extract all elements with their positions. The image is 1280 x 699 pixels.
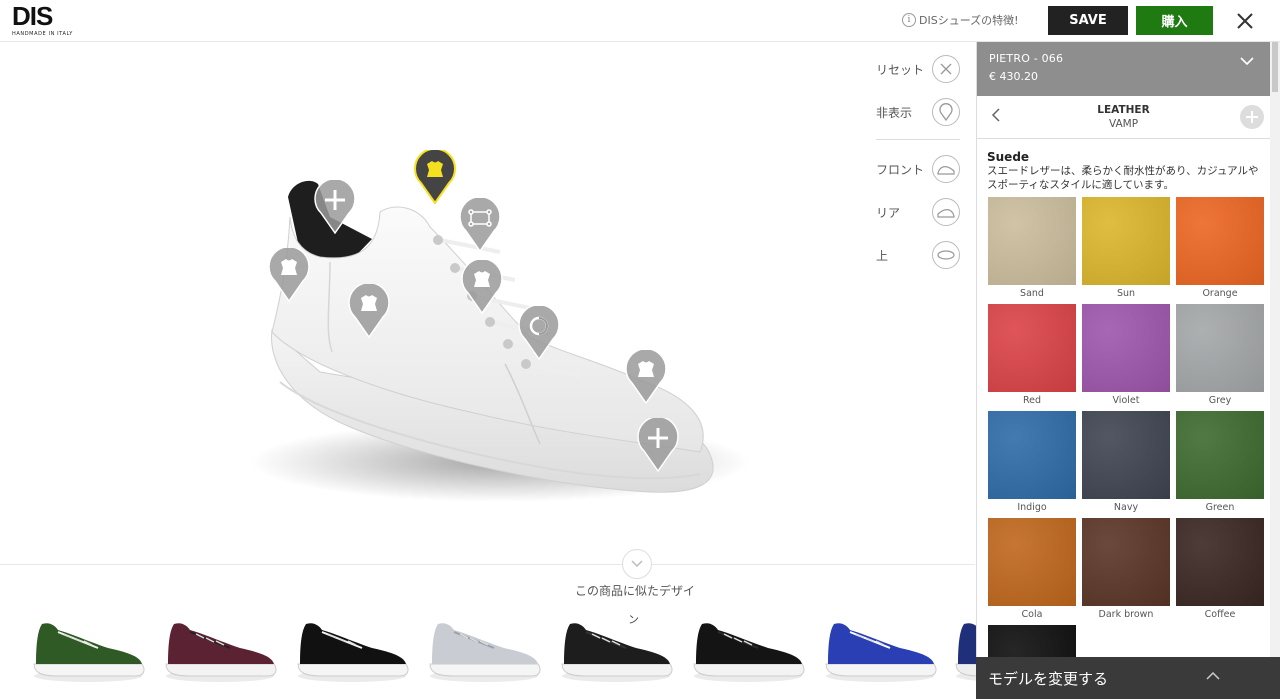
swatch-coffee[interactable]: [1176, 518, 1264, 606]
similar-design-thumbnail[interactable]: [820, 612, 938, 684]
pin-laces[interactable]: [459, 195, 501, 253]
top-bar: DIS HANDMADE IN ITALY i DISシューズの特徴! SAVE…: [0, 0, 1280, 42]
swatch-label: Navy: [1113, 502, 1139, 513]
swatch-orange[interactable]: [1176, 197, 1264, 285]
front-view-icon: [932, 155, 960, 183]
material-description-2: スポーティなスタイルに適しています。: [987, 179, 1175, 191]
view-rear-label: リア: [876, 205, 901, 220]
add-icon[interactable]: [1240, 105, 1264, 129]
view-top-label: 上: [876, 248, 889, 263]
expand-similar-button[interactable]: [622, 549, 652, 579]
controls-divider: [876, 139, 960, 140]
swatch-label: Coffee: [1204, 609, 1236, 620]
part-breadcrumb: LEATHER VAMP: [977, 96, 1270, 139]
pin-eyelets[interactable]: [518, 303, 560, 361]
swatch-indigo[interactable]: [988, 411, 1076, 499]
view-reset[interactable]: リセット: [876, 54, 960, 84]
pin-add-sole[interactable]: [637, 415, 679, 473]
swatch-label: Sand: [1020, 288, 1044, 299]
similar-design-thumbnail[interactable]: [28, 612, 146, 684]
similar-design-thumbnail[interactable]: [556, 612, 674, 684]
customization-panel: PIETRO - 066 € 430.20 LEATHER VAMP Suede…: [976, 42, 1270, 699]
swatch-dark-brown[interactable]: [1082, 518, 1170, 606]
pin-leather-quarter[interactable]: [268, 245, 310, 303]
swatch-label: Grey: [1208, 395, 1232, 406]
features-link[interactable]: i DISシューズの特徴!: [902, 12, 1019, 28]
logo-tagline: HANDMADE IN ITALY: [12, 31, 73, 37]
similar-design-thumbnail[interactable]: [688, 612, 806, 684]
similar-design-thumbnail[interactable]: [950, 612, 976, 684]
swatch-label: Cola: [1021, 609, 1043, 620]
chevron-down-icon[interactable]: [1240, 56, 1254, 66]
similar-design-thumbnail[interactable]: [160, 612, 278, 684]
info-icon: i: [902, 13, 916, 27]
pin-leather-vamp-active[interactable]: [414, 147, 456, 205]
swatch-green[interactable]: [1176, 411, 1264, 499]
change-model-bar[interactable]: モデルを変更する: [976, 657, 1280, 699]
change-model-label: モデルを変更する: [988, 670, 1109, 688]
view-hide-pins[interactable]: 非表示: [876, 97, 960, 127]
chevron-down-icon: [631, 560, 643, 568]
swatch-label: Green: [1205, 502, 1235, 513]
product-header[interactable]: PIETRO - 066 € 430.20: [977, 42, 1270, 96]
swatch-label: Sun: [1116, 288, 1136, 299]
hide-pins-icon: [932, 98, 960, 126]
breadcrumb-category: LEATHER: [1097, 104, 1150, 116]
view-reset-label: リセット: [876, 62, 925, 77]
rear-view-icon: [932, 198, 960, 226]
view-front-label: フロント: [876, 162, 925, 177]
pin-leather-tongue[interactable]: [461, 257, 503, 315]
swatch-violet[interactable]: [1082, 304, 1170, 392]
similar-design-thumbnail[interactable]: [424, 612, 542, 684]
logo-mark: DIS: [12, 1, 53, 31]
product-price: € 430.20: [989, 70, 1038, 83]
features-link-label: DISシューズの特徴!: [919, 14, 1019, 27]
view-hide-label: 非表示: [876, 105, 913, 120]
chevron-left-icon[interactable]: [991, 108, 1001, 122]
pin-add-collar[interactable]: [314, 177, 356, 235]
view-top[interactable]: 上: [876, 240, 960, 270]
save-button[interactable]: SAVE: [1048, 6, 1128, 35]
swatch-sand[interactable]: [988, 197, 1076, 285]
similar-design-thumbnail[interactable]: [292, 612, 410, 684]
swatch-label: Dark brown: [1098, 609, 1154, 620]
material-description-1: スエードレザーは、柔らかく耐水性があり、カジュアルや: [987, 165, 1259, 177]
swatch-label: Red: [1022, 395, 1042, 406]
reset-icon: [932, 55, 960, 83]
pin-leather-toe[interactable]: [625, 347, 667, 405]
view-front[interactable]: フロント: [876, 154, 960, 184]
close-icon[interactable]: [1232, 8, 1258, 34]
swatch-label: Indigo: [1017, 502, 1047, 513]
stage-divider: [0, 564, 975, 565]
pin-leather-side[interactable]: [348, 281, 390, 339]
swatch-navy[interactable]: [1082, 411, 1170, 499]
material-name: Suede: [987, 150, 1030, 164]
panel-scrollbar[interactable]: [1270, 42, 1280, 699]
swatch-sun[interactable]: [1082, 197, 1170, 285]
swatch-red[interactable]: [988, 304, 1076, 392]
chevron-up-icon: [1206, 671, 1220, 680]
breadcrumb-part: VAMP: [1108, 118, 1139, 130]
scrollbar-thumb[interactable]: [1272, 42, 1278, 92]
buy-button[interactable]: 購入: [1136, 6, 1213, 35]
swatch-label: Orange: [1202, 288, 1238, 299]
top-view-icon: [932, 241, 960, 269]
product-name: PIETRO - 066: [989, 52, 1064, 65]
swatch-grey[interactable]: [1176, 304, 1264, 392]
swatch-cola[interactable]: [988, 518, 1076, 606]
swatch-label: Violet: [1112, 395, 1140, 406]
view-rear[interactable]: リア: [876, 197, 960, 227]
dis-logo[interactable]: DIS HANDMADE IN ITALY: [12, 3, 74, 39]
shoe-stage[interactable]: [0, 42, 975, 564]
